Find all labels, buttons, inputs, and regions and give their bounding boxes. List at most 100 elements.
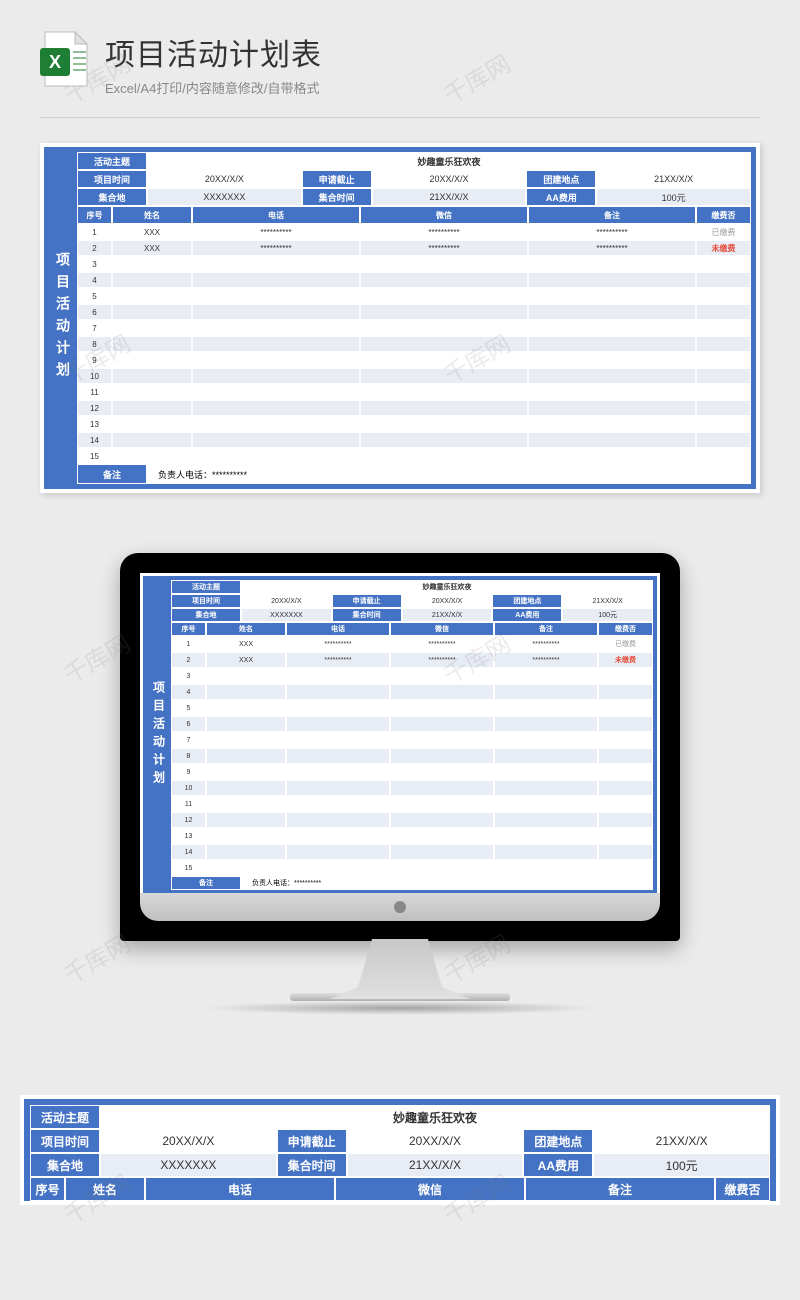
- table-row: 4: [171, 684, 653, 700]
- deadline-value: 20XX/X/X: [347, 1129, 524, 1153]
- cell-seq: 2: [77, 240, 112, 256]
- aa-fee-value: 100元: [593, 1153, 770, 1177]
- cell-phone: [286, 716, 390, 732]
- cell-name: [206, 828, 286, 844]
- col-wechat: 微信: [360, 206, 528, 224]
- theme-label: 活动主题: [30, 1105, 100, 1129]
- project-time-label: 项目时间: [171, 594, 241, 608]
- cell-name: [112, 432, 192, 448]
- meeting-place-label: 集合地: [77, 188, 147, 206]
- table-row: 11: [77, 384, 751, 400]
- meeting-time-value: 21XX/X/X: [402, 608, 493, 622]
- table-row: 6: [171, 716, 653, 732]
- footer-remark-text: 负责人电话：**********: [241, 876, 653, 890]
- cell-remark: [528, 352, 696, 368]
- cell-phone: **********: [286, 652, 390, 668]
- cell-seq: 6: [171, 716, 206, 732]
- table-row: 6: [77, 304, 751, 320]
- monitor-stand: [330, 939, 470, 999]
- cell-paid: [598, 716, 653, 732]
- cell-phone: [286, 764, 390, 780]
- cell-name: [206, 812, 286, 828]
- cell-remark: **********: [528, 224, 696, 240]
- cell-phone: [286, 812, 390, 828]
- table-row: 3: [171, 668, 653, 684]
- cell-paid: [696, 352, 751, 368]
- deadline-value: 20XX/X/X: [372, 170, 527, 188]
- cell-paid: [598, 684, 653, 700]
- cell-remark: [528, 336, 696, 352]
- cell-remark: [528, 320, 696, 336]
- cell-seq: 12: [171, 812, 206, 828]
- cell-paid: [696, 288, 751, 304]
- cell-remark: [494, 716, 598, 732]
- cell-phone: [286, 668, 390, 684]
- aa-fee-value: 100元: [562, 608, 653, 622]
- location-label: 团建地点: [523, 1129, 593, 1153]
- cell-phone: [286, 796, 390, 812]
- table-row: 13: [77, 416, 751, 432]
- cell-wechat: **********: [360, 224, 528, 240]
- table-row: 10: [77, 368, 751, 384]
- cell-remark: [494, 780, 598, 796]
- table-row: 12: [77, 400, 751, 416]
- cell-wechat: [390, 684, 494, 700]
- cell-name: [206, 668, 286, 684]
- cell-wechat: [360, 288, 528, 304]
- cell-seq: 5: [171, 700, 206, 716]
- aa-fee-label: AA费用: [492, 608, 562, 622]
- table-row: 14: [171, 844, 653, 860]
- cell-remark: [528, 304, 696, 320]
- col-phone: 电话: [192, 206, 360, 224]
- cell-remark: [528, 288, 696, 304]
- cell-paid: [598, 828, 653, 844]
- cell-phone: [192, 272, 360, 288]
- cell-name: [112, 320, 192, 336]
- cell-wechat: [390, 796, 494, 812]
- cell-remark: [494, 732, 598, 748]
- cell-wechat: [390, 748, 494, 764]
- cell-wechat: [360, 304, 528, 320]
- col-wechat: 微信: [390, 622, 494, 636]
- table-row: 5: [171, 700, 653, 716]
- cell-phone: [192, 304, 360, 320]
- cell-paid: [598, 732, 653, 748]
- cell-phone: [286, 828, 390, 844]
- deadline-label: 申请截止: [332, 594, 402, 608]
- table-row: 7: [171, 732, 653, 748]
- meeting-place-label: 集合地: [30, 1153, 100, 1177]
- cell-paid: 未缴费: [696, 240, 751, 256]
- monitor-chin: [140, 893, 660, 921]
- table-row: 8: [77, 336, 751, 352]
- cell-seq: 13: [171, 828, 206, 844]
- meeting-place-value: XXXXXXX: [147, 188, 302, 206]
- divider: [40, 117, 760, 118]
- cell-name: XXX: [206, 652, 286, 668]
- cell-wechat: [390, 700, 494, 716]
- cell-paid: [696, 272, 751, 288]
- cell-seq: 3: [77, 256, 112, 272]
- cell-phone: [192, 352, 360, 368]
- cell-remark: [528, 416, 696, 432]
- cell-paid: [598, 780, 653, 796]
- meeting-time-value: 21XX/X/X: [347, 1153, 524, 1177]
- cell-phone: [192, 368, 360, 384]
- col-name: 姓名: [206, 622, 286, 636]
- cell-wechat: [360, 256, 528, 272]
- col-paid: 缴费否: [598, 622, 653, 636]
- aa-fee-label: AA费用: [523, 1153, 593, 1177]
- cell-wechat: [390, 780, 494, 796]
- cell-phone: [286, 780, 390, 796]
- cell-wechat: [360, 448, 528, 464]
- meeting-place-value: XXXXXXX: [100, 1153, 277, 1177]
- table-row: 8: [171, 748, 653, 764]
- cell-wechat: [360, 432, 528, 448]
- cell-phone: [192, 400, 360, 416]
- cell-name: XXX: [206, 636, 286, 652]
- cell-seq: 15: [77, 448, 112, 464]
- cell-name: XXX: [112, 224, 192, 240]
- cell-wechat: [360, 368, 528, 384]
- cell-phone: [192, 432, 360, 448]
- table-row: 11: [171, 796, 653, 812]
- cell-remark: [528, 448, 696, 464]
